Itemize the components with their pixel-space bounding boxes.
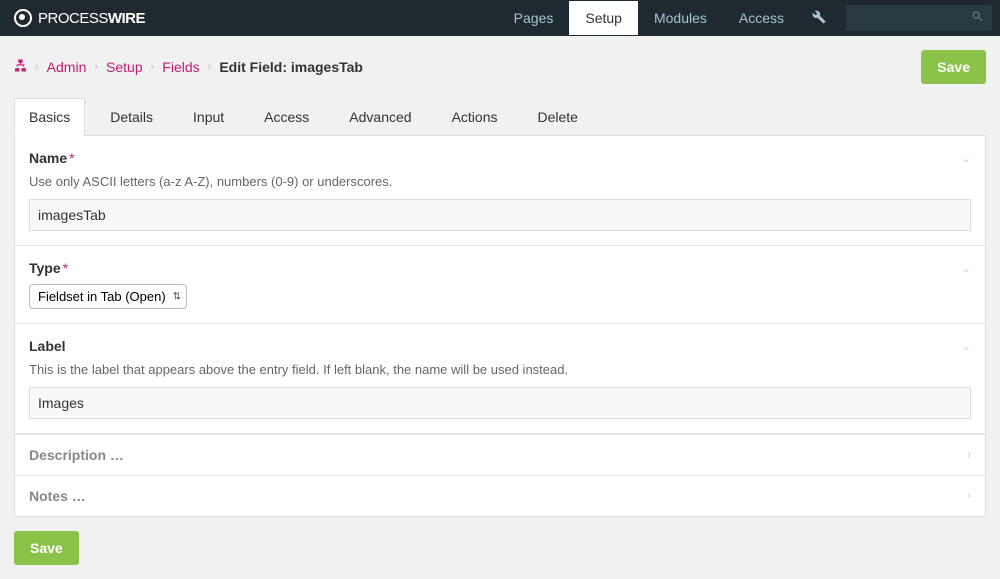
sitemap-icon[interactable] — [14, 59, 27, 75]
breadcrumb-fields[interactable]: Fields — [162, 59, 199, 75]
breadcrumb: › Admin › Setup › Fields › Edit Field: i… — [14, 59, 363, 75]
chevron-right-icon: › — [94, 61, 98, 73]
field-label-help: This is the label that appears above the… — [29, 362, 971, 377]
field-label-label: Label — [29, 338, 971, 354]
breadcrumb-setup[interactable]: Setup — [106, 59, 143, 75]
field-label-input[interactable] — [29, 387, 971, 419]
tab-actions[interactable]: Actions — [437, 98, 513, 136]
nav-modules[interactable]: Modules — [638, 1, 723, 35]
chevron-down-icon[interactable]: ⌄ — [962, 262, 971, 275]
field-description-label: Description … — [29, 447, 124, 463]
top-nav-links: Pages Setup Modules Access — [498, 1, 992, 35]
chevron-right-icon: › — [208, 61, 212, 73]
brand-name: PROCESSWIRE — [38, 10, 145, 27]
chevron-right-icon: › — [967, 490, 971, 502]
top-navigation-bar: PROCESSWIRE Pages Setup Modules Access — [0, 0, 1000, 36]
field-tabs: Basics Details Input Access Advanced Act… — [14, 98, 986, 136]
breadcrumb-bar: › Admin › Setup › Fields › Edit Field: i… — [0, 36, 1000, 98]
field-description-block[interactable]: Description … › — [15, 434, 985, 475]
save-button-bottom[interactable]: Save — [14, 531, 79, 565]
chevron-down-icon[interactable]: ⌄ — [962, 152, 971, 165]
field-name-help: Use only ASCII letters (a-z A-Z), number… — [29, 174, 971, 189]
tab-delete[interactable]: Delete — [523, 98, 593, 136]
nav-access[interactable]: Access — [723, 1, 800, 35]
save-button-top[interactable]: Save — [921, 50, 986, 84]
tab-details[interactable]: Details — [95, 98, 168, 136]
field-label-block: ⌄ Label This is the label that appears a… — [15, 324, 985, 434]
breadcrumb-current: Edit Field: imagesTab — [219, 59, 363, 75]
field-type-label: Type* — [29, 260, 971, 276]
field-notes-block[interactable]: Notes … › — [15, 475, 985, 516]
field-type-select[interactable]: Fieldset in Tab (Open) — [29, 284, 187, 309]
tab-access[interactable]: Access — [249, 98, 324, 136]
processwire-logo-icon — [14, 9, 32, 27]
chevron-right-icon: › — [35, 61, 39, 73]
tab-advanced[interactable]: Advanced — [334, 98, 426, 136]
breadcrumb-admin[interactable]: Admin — [47, 59, 87, 75]
search-icon — [971, 10, 984, 26]
tab-input[interactable]: Input — [178, 98, 239, 136]
field-notes-label: Notes … — [29, 488, 86, 504]
field-type-block: ⌄ Type* Fieldset in Tab (Open) ⇅ — [15, 246, 985, 324]
nav-pages[interactable]: Pages — [498, 1, 570, 35]
content-area: Basics Details Input Access Advanced Act… — [0, 98, 1000, 579]
search-wrapper — [846, 5, 992, 31]
field-name-block: ⌄ Name* Use only ASCII letters (a-z A-Z)… — [15, 136, 985, 246]
nav-setup[interactable]: Setup — [569, 1, 638, 35]
chevron-right-icon: › — [151, 61, 155, 73]
chevron-down-icon[interactable]: ⌄ — [962, 340, 971, 353]
brand-logo[interactable]: PROCESSWIRE — [14, 9, 145, 27]
form-panel: ⌄ Name* Use only ASCII letters (a-z A-Z)… — [14, 136, 986, 517]
wrench-icon[interactable] — [800, 10, 838, 27]
chevron-right-icon: › — [967, 449, 971, 461]
field-name-input[interactable] — [29, 199, 971, 231]
tab-basics[interactable]: Basics — [14, 98, 85, 136]
field-name-label: Name* — [29, 150, 971, 166]
